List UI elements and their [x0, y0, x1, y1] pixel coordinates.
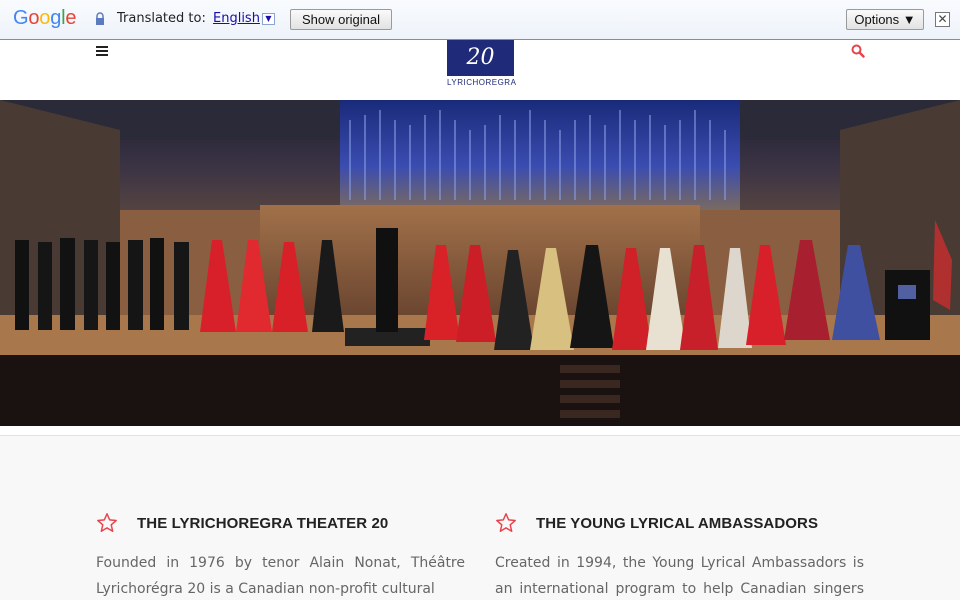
site-logo[interactable]: 20 LYRICHOREGRA — [447, 40, 517, 88]
language-link[interactable]: English — [213, 11, 260, 26]
logo-number: 20 — [466, 45, 495, 70]
feature-young-ambassadors: THE YOUNG LYRICAL AMBASSADORS Created in… — [495, 513, 864, 600]
hero-image — [0, 100, 960, 426]
language-dropdown[interactable]: ▼ — [262, 13, 275, 25]
hamburger-icon[interactable] — [96, 46, 108, 56]
star-outline-icon — [496, 513, 516, 532]
google-logo: Google — [13, 7, 77, 29]
feature-lyrichoregra: THE LYRICHOREGRA THEATER 20 Founded in 1… — [96, 513, 465, 600]
feature-title: THE LYRICHOREGRA THEATER 20 — [137, 515, 389, 532]
options-button[interactable]: Options ▼ — [846, 9, 924, 30]
feature-body: Created in 1994, the Young Lyrical Ambas… — [495, 555, 864, 597]
lock-icon — [96, 12, 104, 25]
star-outline-icon — [97, 513, 117, 532]
concert-stage-photo — [0, 100, 960, 426]
feature-header: THE LYRICHOREGRA THEATER 20 — [96, 513, 465, 535]
hero-divider — [0, 426, 960, 436]
translate-bar: Google Translated to: English ▼ Show ori… — [0, 0, 960, 40]
feature-title: THE YOUNG LYRICAL AMBASSADORS — [536, 515, 819, 532]
search-icon[interactable] — [851, 44, 865, 58]
translated-to-label: Translated to: — [117, 11, 206, 26]
feature-header: THE YOUNG LYRICAL AMBASSADORS — [495, 513, 864, 535]
close-translate-button[interactable]: ✕ — [935, 12, 950, 27]
content-section: THE LYRICHOREGRA THEATER 20 Founded in 1… — [0, 436, 960, 600]
feature-body: Founded in 1976 by tenor Alain Nonat, Th… — [96, 555, 465, 597]
logo-text: LYRICHOREGRA — [447, 78, 517, 87]
show-original-button[interactable]: Show original — [290, 9, 392, 30]
site-header: 20 LYRICHOREGRA — [0, 40, 960, 100]
